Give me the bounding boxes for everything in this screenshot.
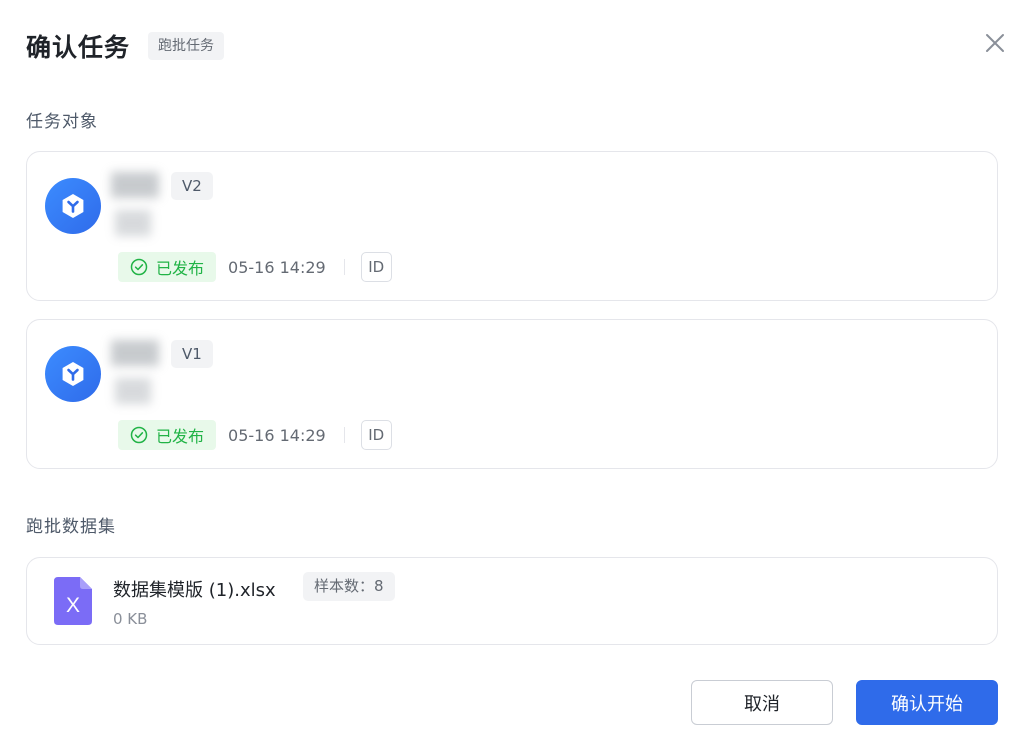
status-badge: 已发布	[118, 252, 217, 282]
target-name-redacted	[111, 340, 161, 408]
target-meta-row: 已发布 05-16 14:29 ID	[118, 420, 392, 450]
status-text: 已发布	[156, 427, 205, 446]
task-type-tag: 跑批任务	[148, 32, 225, 60]
status-text: 已发布	[156, 259, 205, 278]
close-icon[interactable]	[982, 30, 1008, 56]
publish-time: 05-16 14:29	[228, 425, 326, 445]
publish-time: 05-16 14:29	[228, 257, 326, 277]
check-circle-icon	[130, 426, 148, 444]
confirm-start-button[interactable]: 确认开始	[856, 680, 998, 725]
dataset-file-name: 数据集模版 (1).xlsx	[113, 580, 276, 601]
section-label-target: 任务对象	[26, 112, 98, 132]
section-label-dataset: 跑批数据集	[26, 517, 116, 537]
dataset-file-size: 0 KB	[113, 610, 148, 628]
sample-count-tag: 样本数：8	[303, 572, 395, 601]
svg-text:X: X	[66, 594, 80, 617]
target-meta-row: 已发布 05-16 14:29 ID	[118, 252, 392, 282]
excel-file-icon: X	[54, 577, 92, 625]
app-logo-icon	[45, 178, 101, 234]
dialog-header: 确认任务 跑批任务	[26, 28, 225, 64]
target-card: V2 已发布 05-16 14:29 ID	[26, 151, 998, 301]
dataset-card: X 数据集模版 (1).xlsx 样本数：8 0 KB	[26, 557, 998, 645]
divider	[343, 259, 345, 275]
target-name-redacted	[111, 172, 161, 240]
app-logo-icon	[45, 346, 101, 402]
target-card: V1 已发布 05-16 14:29 ID	[26, 319, 998, 469]
divider	[343, 427, 345, 443]
version-tag: V1	[171, 340, 213, 368]
cancel-button[interactable]: 取消	[691, 680, 833, 725]
dialog-title: 确认任务	[26, 33, 131, 62]
copy-id-button[interactable]: ID	[360, 420, 392, 450]
check-circle-icon	[130, 258, 148, 276]
status-badge: 已发布	[118, 420, 217, 450]
copy-id-button[interactable]: ID	[360, 252, 392, 282]
version-tag: V2	[171, 172, 213, 200]
